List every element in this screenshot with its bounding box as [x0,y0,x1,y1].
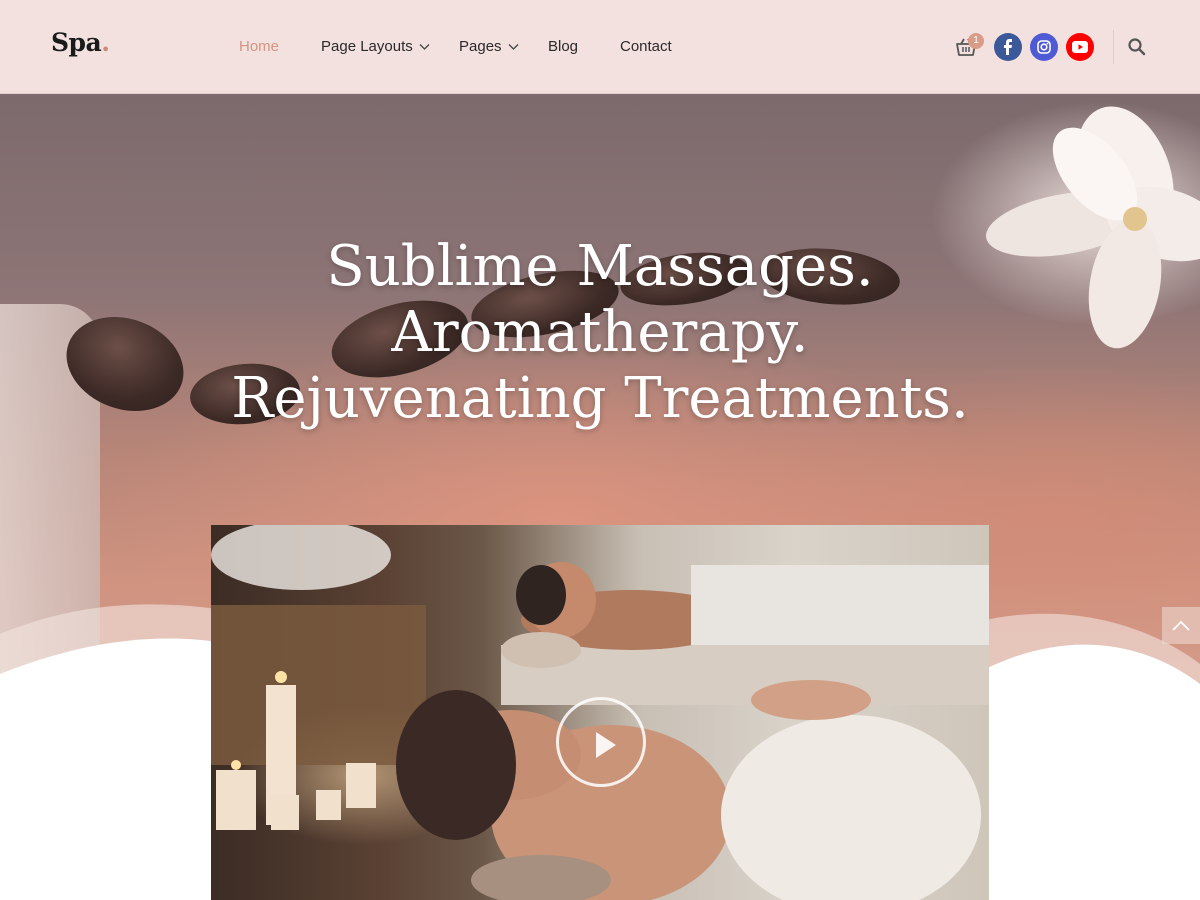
header-divider [1113,30,1114,64]
hero-title-line: Aromatherapy. [391,300,809,365]
nav-contact-label: Contact [620,38,672,55]
nav-page-layouts[interactable]: Page Layouts [321,38,430,55]
hero-title-line: Rejuvenating Treatments. [231,366,969,431]
site-logo[interactable]: Spa. [51,28,110,57]
nav-page-layouts-label: Page Layouts [321,38,413,55]
nav-pages[interactable]: Pages [459,38,519,55]
video-thumbnail[interactable] [211,525,989,900]
hero-title-line: Sublime Massages. [326,234,874,299]
search-icon[interactable] [1127,37,1147,57]
play-icon [596,732,616,758]
nav-blog[interactable]: Blog [548,38,578,55]
scroll-to-top-button[interactable] [1162,607,1200,644]
hero-title: Sublime Massages. Aromatherapy. Rejuvena… [0,234,1200,432]
play-button[interactable] [556,697,646,787]
logo-text[interactable]: Spa [51,28,102,57]
facebook-icon[interactable] [994,33,1022,61]
cart-count-badge: 1 [968,33,984,49]
site-header: Spa. Home Page Layouts Pages Blog Contac… [0,0,1200,94]
nav-home-label: Home [239,38,280,55]
logo-dot: . [101,28,110,57]
nav-contact[interactable]: Contact [620,38,672,55]
chevron-up-icon [1172,620,1190,631]
youtube-icon[interactable] [1066,33,1094,61]
nav-pages-label: Pages [459,38,502,55]
chevron-down-icon [419,41,430,52]
nav-home[interactable]: Home [239,38,279,55]
instagram-icon[interactable] [1030,33,1058,61]
chevron-down-icon [508,41,519,52]
nav-blog-label: Blog [548,38,579,55]
